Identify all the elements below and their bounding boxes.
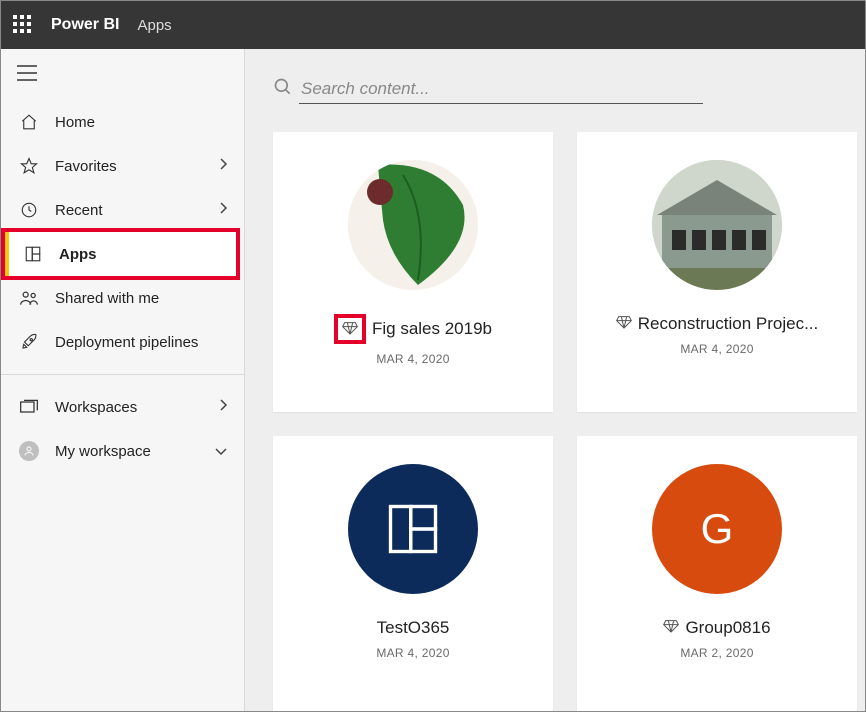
search-bar[interactable] [273,75,703,104]
app-date: MAR 2, 2020 [680,646,753,660]
app-thumbnail: G [652,464,782,594]
premium-diamond-icon [663,618,679,638]
sidebar-item-home[interactable]: Home [1,100,244,144]
divider [1,374,244,375]
star-icon [19,157,39,175]
home-icon [19,113,39,131]
sidebar-item-label: Deployment pipelines [55,334,198,351]
search-icon [273,77,293,102]
sidebar-item-label: Apps [59,246,97,263]
sidebar-item-workspaces[interactable]: Workspaces [1,385,244,429]
sidebar-item-label: Recent [55,202,103,219]
app-card[interactable]: TestO365 MAR 4, 2020 [273,436,553,711]
sidebar-item-shared[interactable]: Shared with me [1,276,244,320]
highlight-diamond [334,314,366,344]
app-card[interactable]: G Group0816 MAR 2, 2020 [577,436,857,711]
app-thumbnail [348,160,478,290]
app-launcher-icon[interactable] [13,15,33,35]
premium-diamond-icon [616,314,632,334]
apps-icon [23,245,43,263]
app-card[interactable]: Reconstruction Projec... MAR 4, 2020 [577,132,857,412]
app-thumbnail [652,160,782,290]
app-date: MAR 4, 2020 [680,342,753,356]
highlight-apps: Apps [1,228,240,280]
app-card[interactable]: Fig sales 2019b MAR 4, 2020 [273,132,553,412]
app-title: Fig sales 2019b [372,319,492,339]
sidebar-item-label: Workspaces [55,399,137,416]
search-input[interactable] [299,75,703,104]
sidebar-item-label: My workspace [55,443,151,460]
avatar-icon [19,441,39,461]
hamburger-icon[interactable] [1,57,244,100]
chevron-down-icon [214,443,228,460]
app-initial: G [701,505,734,553]
sidebar-item-label: Favorites [55,158,117,175]
app-title: TestO365 [377,618,450,638]
sidebar-item-myworkspace[interactable]: My workspace [1,429,244,473]
sidebar-item-label: Home [55,114,95,131]
top-bar: Power BI Apps [1,1,865,49]
chevron-right-icon [218,398,228,416]
brand-label[interactable]: Power BI [51,16,119,34]
sidebar-item-favorites[interactable]: Favorites [1,144,244,188]
chevron-right-icon [218,157,228,175]
app-thumbnail [348,464,478,594]
app-date: MAR 4, 2020 [376,646,449,660]
sidebar: Home Favorites Recent Apps Shared with m… [1,49,245,711]
sidebar-item-pipelines[interactable]: Deployment pipelines [1,320,244,364]
app-title: Reconstruction Projec... [638,314,818,334]
clock-icon [19,201,39,219]
shared-icon [19,289,39,307]
sidebar-item-apps[interactable]: Apps [5,232,236,276]
app-title: Group0816 [685,618,770,638]
main-content: Fig sales 2019b MAR 4, 2020 Reconstructi… [245,49,865,711]
sidebar-item-recent[interactable]: Recent [1,188,244,232]
rocket-icon [19,333,39,351]
apps-grid: Fig sales 2019b MAR 4, 2020 Reconstructi… [273,132,837,711]
chevron-right-icon [218,201,228,219]
app-date: MAR 4, 2020 [376,352,449,366]
premium-diamond-icon [342,320,358,340]
workspaces-icon [19,398,39,416]
breadcrumb[interactable]: Apps [137,17,171,34]
sidebar-item-label: Shared with me [55,290,159,307]
